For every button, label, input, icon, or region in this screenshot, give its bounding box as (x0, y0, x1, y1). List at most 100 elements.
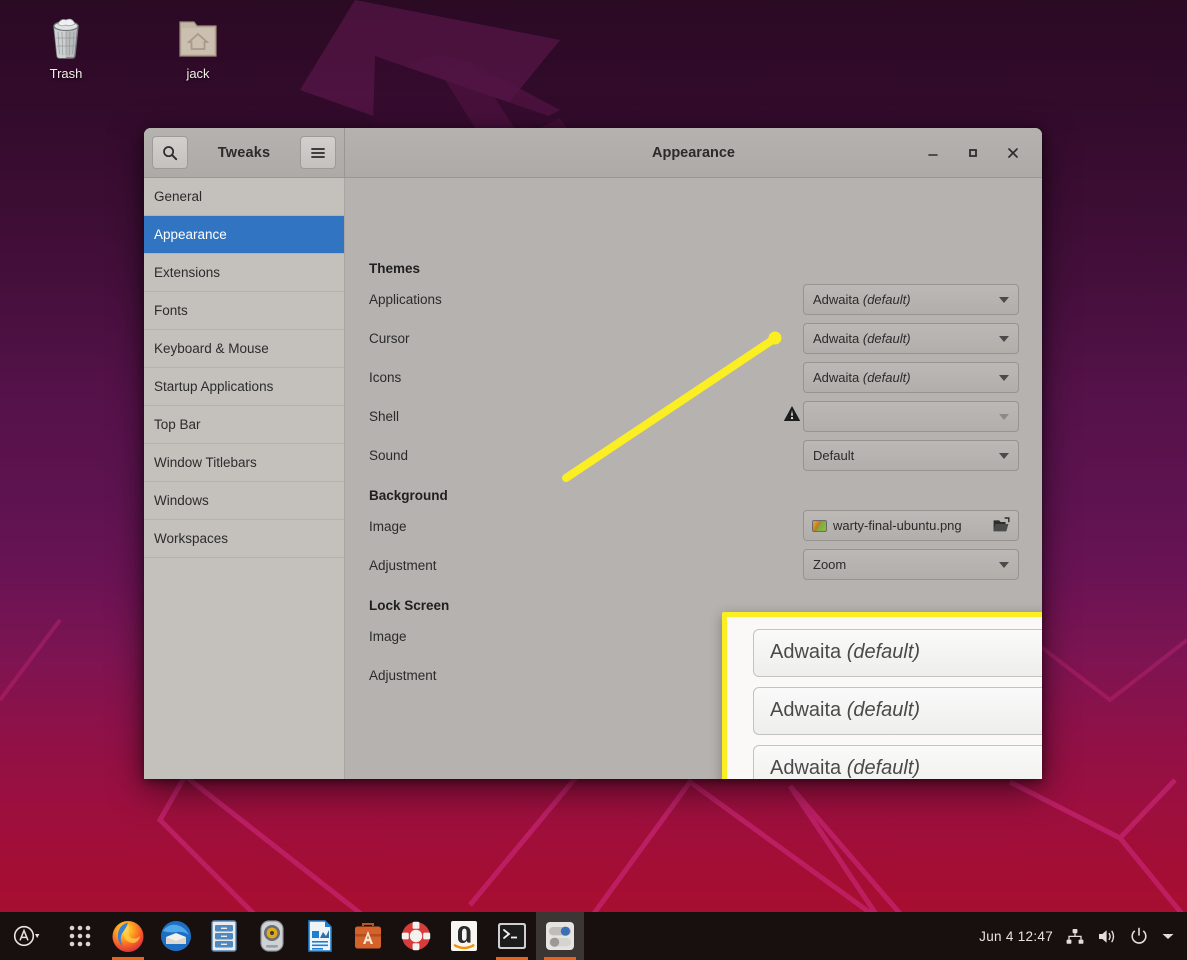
amazon-icon (451, 921, 477, 951)
software-icon (355, 923, 381, 949)
minimize-icon (928, 153, 938, 156)
warning-triangle-icon (783, 405, 801, 425)
help-icon (401, 921, 431, 951)
rhythmbox-icon (260, 920, 284, 952)
app-menu-button[interactable] (0, 912, 56, 960)
label-lock-screen-image: Image (369, 629, 407, 644)
combo-suffix: (default) (862, 331, 911, 346)
label-shell-theme: Shell (369, 409, 400, 424)
power-button[interactable] (1130, 927, 1148, 945)
sidebar-item-label: Appearance (154, 227, 227, 242)
system-menu-button[interactable] (1161, 931, 1175, 941)
home-folder-icon (150, 8, 246, 62)
search-button[interactable] (152, 136, 188, 169)
callout-dropdown-3[interactable]: Adwaita (default) (753, 744, 1042, 779)
desktop-icon-home[interactable]: jack (150, 8, 246, 81)
clock[interactable]: Jun 4 12:47 (979, 929, 1053, 944)
applications-theme-dropdown[interactable]: Adwaita (default) (803, 284, 1019, 315)
combo-value: Adwaita (770, 641, 842, 663)
shell-theme-dropdown[interactable] (803, 401, 1019, 432)
app-grid-icon (69, 925, 91, 947)
callout-dropdown-2[interactable]: Adwaita (default) (753, 686, 1042, 735)
volume-button[interactable] (1097, 928, 1117, 945)
desktop-icon-label: jack (186, 66, 210, 81)
close-button[interactable] (1002, 142, 1024, 164)
image-thumbnail-icon (812, 519, 827, 532)
taskbar-item-libreoffice[interactable] (296, 912, 344, 960)
taskbar-item-terminal[interactable] (488, 912, 536, 960)
files-icon (211, 920, 237, 952)
combo-value: Adwaita (770, 699, 842, 721)
label-cursor-theme: Cursor (369, 331, 410, 346)
close-icon (1008, 147, 1018, 158)
combo-suffix: (default) (846, 757, 921, 779)
background-image-button[interactable]: warty-final-ubuntu.png (803, 510, 1019, 541)
chevron-down-icon (999, 374, 1009, 381)
taskbar-item-software[interactable] (344, 912, 392, 960)
taskbar-item-help[interactable] (392, 912, 440, 960)
main-menu-button[interactable] (300, 136, 336, 169)
taskbar-item-firefox[interactable] (104, 912, 152, 960)
combo-value: Adwaita (813, 331, 860, 346)
taskbar-status-area: Jun 4 12:47 (979, 927, 1187, 945)
cursor-theme-dropdown[interactable]: Adwaita (default) (803, 323, 1019, 354)
maximize-button[interactable] (962, 142, 984, 164)
taskbar: Jun 4 12:47 (0, 912, 1187, 960)
taskbar-item-files[interactable] (200, 912, 248, 960)
sidebar-item-workspaces[interactable]: Workspaces (144, 520, 344, 558)
sidebar-item-appearance[interactable]: Appearance (144, 216, 344, 254)
libreoffice-icon (308, 920, 332, 952)
sidebar-item-windows[interactable]: Windows (144, 482, 344, 520)
desktop-icon-trash[interactable]: Trash (18, 8, 114, 81)
app-title: Tweaks (217, 144, 271, 161)
hamburger-menu-icon (311, 147, 325, 158)
icons-theme-dropdown[interactable]: Adwaita (default) (803, 362, 1019, 393)
app-menu-icon (13, 925, 40, 947)
chevron-down-icon (999, 452, 1009, 459)
label-lock-screen-adjustment: Adjustment (369, 668, 437, 683)
desktop-icon-label: Trash (49, 66, 83, 81)
sound-theme-dropdown[interactable]: Default (803, 440, 1019, 471)
sidebar-item-general[interactable]: General (144, 178, 344, 216)
sidebar-item-extensions[interactable]: Extensions (144, 254, 344, 292)
taskbar-launchers (0, 912, 584, 960)
callout-dropdown-1[interactable]: Adwaita (default) (753, 628, 1042, 677)
sidebar-item-keyboard-mouse[interactable]: Keyboard & Mouse (144, 330, 344, 368)
background-adjustment-dropdown[interactable]: Zoom (803, 549, 1019, 580)
chevron-down-icon (999, 335, 1009, 342)
firefox-icon (112, 921, 144, 952)
tweaks-icon (546, 922, 574, 950)
sidebar-item-label: Window Titlebars (154, 455, 257, 470)
combo-value: Adwaita (813, 292, 860, 307)
combo-suffix: (default) (846, 641, 921, 663)
taskbar-item-thunderbird[interactable] (152, 912, 200, 960)
app-headerbar: Tweaks (144, 128, 345, 177)
chevron-down-icon (999, 296, 1009, 303)
sidebar-item-label: Windows (154, 493, 209, 508)
volume-icon (1099, 929, 1115, 943)
taskbar-item-amazon[interactable] (440, 912, 488, 960)
search-icon (163, 145, 178, 160)
minimize-button[interactable] (922, 142, 944, 164)
thunderbird-icon (161, 921, 191, 951)
combo-value: Adwaita (770, 757, 842, 779)
network-status-button[interactable] (1066, 928, 1084, 945)
sidebar-item-fonts[interactable]: Fonts (144, 292, 344, 330)
sidebar-item-startup-applications[interactable]: Startup Applications (144, 368, 344, 406)
power-icon (1131, 927, 1147, 944)
app-grid-button[interactable] (56, 912, 104, 960)
taskbar-item-rhythmbox[interactable] (248, 912, 296, 960)
sidebar-item-label: Extensions (154, 265, 221, 280)
chevron-down-icon (999, 561, 1009, 568)
maximize-icon (969, 148, 977, 157)
network-icon (1066, 928, 1084, 944)
label-icons-theme: Icons (369, 370, 402, 385)
window-controls (922, 142, 1042, 164)
sidebar-item-window-titlebars[interactable]: Window Titlebars (144, 444, 344, 482)
sidebar-item-top-bar[interactable]: Top Bar (144, 406, 344, 444)
taskbar-item-tweaks[interactable] (536, 912, 584, 960)
desktop: Trash jack Tweaks Appearance General App… (0, 0, 1187, 960)
section-heading-themes: Themes (369, 261, 421, 276)
zoom-callout: Adwaita (default) Adwaita (default) Adwa… (722, 612, 1042, 779)
sidebar-item-label: Startup Applications (154, 379, 274, 394)
